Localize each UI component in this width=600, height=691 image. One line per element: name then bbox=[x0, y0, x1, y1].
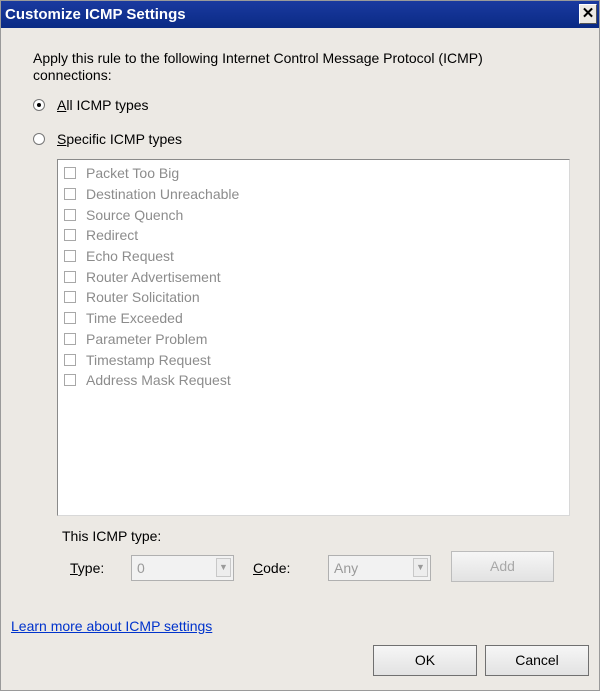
radio-label-all: All ICMP types bbox=[57, 97, 149, 113]
icmp-type-item[interactable]: Source Quench bbox=[58, 204, 569, 225]
window-title: Customize ICMP Settings bbox=[5, 6, 186, 23]
icmp-type-item[interactable]: Echo Request bbox=[58, 246, 569, 267]
ok-button[interactable]: OK bbox=[373, 645, 477, 676]
type-value: 0 bbox=[137, 560, 145, 576]
icmp-types-list[interactable]: Packet Too Big Destination Unreachable Sou… bbox=[57, 159, 570, 516]
icmp-type-checkbox[interactable] bbox=[64, 332, 76, 345]
icmp-type-item[interactable]: Router Solicitation bbox=[58, 287, 569, 308]
icmp-type-checkbox[interactable] bbox=[64, 291, 76, 304]
code-value: Any bbox=[334, 560, 359, 576]
icmp-type-label: Timestamp Request bbox=[86, 351, 211, 368]
icmp-type-checkbox[interactable] bbox=[64, 229, 76, 242]
type-label: Type: bbox=[70, 560, 105, 576]
this-icmp-type-label: This ICMP type: bbox=[62, 528, 162, 544]
icmp-type-label: Destination Unreachable bbox=[86, 186, 240, 203]
close-button[interactable]: ✕ bbox=[579, 4, 597, 24]
icmp-type-item[interactable]: Timestamp Request bbox=[58, 349, 569, 370]
code-dropdown-arrow-icon[interactable]: ▼ bbox=[413, 558, 428, 577]
code-label: Code: bbox=[253, 560, 291, 576]
customize-icmp-dialog: Customize ICMP Settings ✕ Apply this rul… bbox=[0, 0, 600, 691]
icmp-type-item[interactable]: Destination Unreachable bbox=[58, 184, 569, 205]
icmp-type-checkbox[interactable] bbox=[64, 374, 76, 387]
code-combobox[interactable]: Any ▼ bbox=[328, 555, 431, 581]
icmp-type-label: Packet Too Big bbox=[86, 165, 180, 182]
icmp-type-label: Time Exceeded bbox=[86, 310, 183, 327]
radio-specific-icmp-types[interactable]: Specific ICMP types bbox=[33, 130, 182, 148]
type-dropdown-arrow-icon[interactable]: ▼ bbox=[216, 558, 231, 577]
icmp-type-checkbox[interactable] bbox=[64, 270, 76, 283]
icmp-type-label: Redirect bbox=[86, 227, 139, 244]
radio-all-icmp-types[interactable]: All ICMP types bbox=[33, 96, 149, 114]
icmp-type-checkbox[interactable] bbox=[64, 167, 76, 180]
icmp-type-checkbox[interactable] bbox=[64, 353, 76, 366]
icmp-type-label: Router Advertisement bbox=[86, 268, 221, 285]
description-text: Apply this rule to the following Interne… bbox=[33, 50, 483, 83]
icmp-type-item[interactable]: Time Exceeded bbox=[58, 308, 569, 329]
add-button[interactable]: Add bbox=[451, 551, 554, 582]
icmp-type-label: Router Solicitation bbox=[86, 289, 200, 306]
title-bar[interactable]: Customize ICMP Settings ✕ bbox=[1, 1, 599, 28]
icmp-type-checkbox[interactable] bbox=[64, 312, 76, 325]
radio-button-specific[interactable] bbox=[33, 133, 45, 145]
learn-more-link[interactable]: Learn more about ICMP settings bbox=[11, 618, 212, 634]
close-icon: ✕ bbox=[581, 5, 595, 22]
icmp-type-item[interactable]: Parameter Problem bbox=[58, 329, 569, 350]
icmp-type-item[interactable]: Address Mask Request bbox=[58, 370, 569, 391]
type-combobox[interactable]: 0 ▼ bbox=[131, 555, 234, 581]
radio-button-all[interactable] bbox=[33, 99, 45, 111]
icmp-type-checkbox[interactable] bbox=[64, 208, 76, 221]
icmp-type-label: Parameter Problem bbox=[86, 330, 208, 347]
icmp-type-label: Address Mask Request bbox=[86, 372, 231, 389]
icmp-type-checkbox[interactable] bbox=[64, 250, 76, 263]
radio-label-specific: Specific ICMP types bbox=[57, 131, 183, 147]
icmp-type-label: Echo Request bbox=[86, 248, 174, 265]
cancel-button[interactable]: Cancel bbox=[485, 645, 589, 676]
icmp-type-item[interactable]: Packet Too Big bbox=[58, 163, 569, 184]
icmp-type-item[interactable]: Redirect bbox=[58, 225, 569, 246]
icmp-type-label: Source Quench bbox=[86, 206, 184, 223]
icmp-type-checkbox[interactable] bbox=[64, 188, 76, 201]
icmp-type-item[interactable]: Router Advertisement bbox=[58, 266, 569, 287]
